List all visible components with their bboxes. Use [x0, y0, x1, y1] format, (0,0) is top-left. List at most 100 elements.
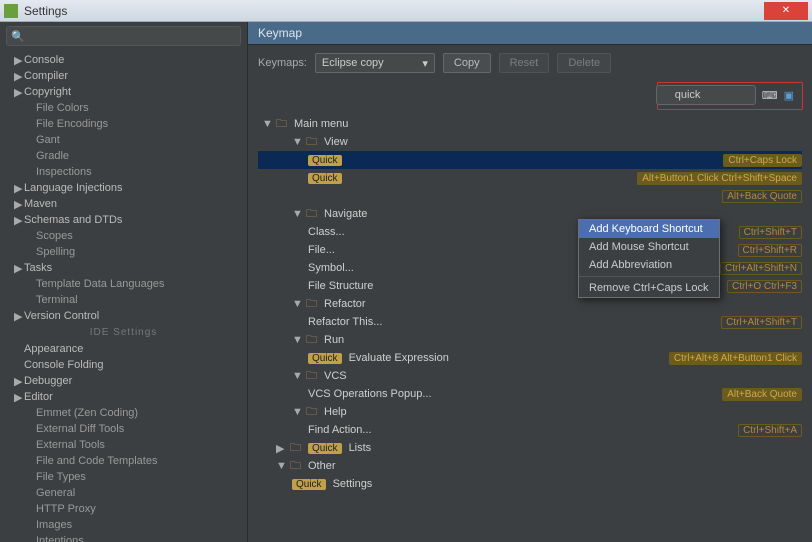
sidebar-item[interactable]: ▶Debugger: [0, 373, 247, 389]
keymap-tree-row[interactable]: Class...Ctrl+Shift+T: [258, 223, 802, 241]
context-menu-item[interactable]: Remove Ctrl+Caps Lock: [579, 279, 719, 297]
app-icon: [4, 4, 18, 18]
keymap-tree-row[interactable]: Find Action...Ctrl+Shift+A: [258, 421, 802, 439]
keymap-tree-row[interactable]: File StructureCtrl+O Ctrl+F3: [258, 277, 802, 295]
sidebar-item-label: Language Injections: [24, 182, 122, 194]
context-menu-item[interactable]: Add Abbreviation: [579, 256, 719, 274]
keymap-tree-row[interactable]: ▼🗀Refactor: [258, 295, 802, 313]
sidebar-item[interactable]: Inspections: [0, 164, 247, 180]
context-menu-item[interactable]: Add Mouse Shortcut: [579, 238, 719, 256]
shortcut-badge: Alt+Back Quote: [722, 190, 802, 203]
keymap-tree-row[interactable]: ▼🗀Run: [258, 331, 802, 349]
expand-arrow-icon[interactable]: ▶: [276, 442, 286, 455]
keymap-search-input[interactable]: [656, 85, 756, 105]
folder-icon: 🗀: [306, 403, 317, 422]
expand-arrow-icon[interactable]: ▼: [292, 298, 302, 310]
keymap-panel: Keymap Keymaps: Eclipse copy ▾ Copy Rese…: [248, 22, 812, 542]
sidebar-item-label: Editor: [24, 391, 53, 403]
keymap-tree-row[interactable]: ▼🗀Help: [258, 403, 802, 421]
sidebar-item[interactable]: Images: [0, 517, 247, 533]
sidebar-item[interactable]: Gant: [0, 132, 247, 148]
sidebar-item[interactable]: Appearance: [0, 341, 247, 357]
sidebar-item[interactable]: External Diff Tools: [0, 421, 247, 437]
expand-arrow-icon: ▶: [14, 86, 24, 99]
sidebar-item-label: Appearance: [24, 343, 83, 355]
keymap-tree-row[interactable]: QuickAlt+Button1 Click Ctrl+Shift+Space: [258, 169, 802, 187]
sidebar-item[interactable]: HTTP Proxy: [0, 501, 247, 517]
keymaps-label: Keymaps:: [258, 57, 307, 69]
sidebar-item[interactable]: ▶Tasks: [0, 260, 247, 276]
folder-icon: 🗀: [306, 331, 317, 350]
expand-arrow-icon[interactable]: ▼: [292, 406, 302, 418]
expand-arrow-icon: ▶: [14, 375, 24, 388]
delete-button[interactable]: Delete: [557, 53, 611, 73]
expand-arrow-icon[interactable]: ▼: [292, 334, 302, 346]
keymap-tree-row[interactable]: File...Ctrl+Shift+R: [258, 241, 802, 259]
sidebar-item[interactable]: File Encodings: [0, 116, 247, 132]
sidebar-item-label: File Colors: [36, 102, 89, 114]
expand-arrow-icon[interactable]: ▼: [262, 118, 272, 130]
sidebar-search-input[interactable]: 🔍: [6, 26, 241, 46]
tree-node-label: File...: [308, 244, 335, 256]
expand-arrow-icon[interactable]: ▼: [292, 136, 302, 148]
expand-arrow-icon[interactable]: ▼: [292, 208, 302, 220]
context-menu-item[interactable]: Add Keyboard Shortcut: [579, 220, 719, 238]
window-title: Settings: [24, 4, 67, 18]
keymaps-dropdown[interactable]: Eclipse copy ▾: [315, 53, 435, 73]
sidebar-item[interactable]: Intentions: [0, 533, 247, 542]
keymap-tree-row[interactable]: ▼🗀Navigate: [258, 205, 802, 223]
sidebar-item[interactable]: General: [0, 485, 247, 501]
sidebar-item[interactable]: File Types: [0, 469, 247, 485]
keymap-tree-row[interactable]: Symbol...Ctrl+Alt+Shift+N: [258, 259, 802, 277]
expand-arrow-icon: ▶: [14, 70, 24, 83]
sidebar-item[interactable]: ▶Maven: [0, 196, 247, 212]
keymap-tree-row[interactable]: ▶🗀QuickLists: [258, 439, 802, 457]
shortcut-badge: Ctrl+Alt+Shift+T: [721, 316, 802, 329]
keymap-tree[interactable]: ▼ 🗀 Main menu ▼🗀ViewQuickCtrl+Caps LockQ…: [248, 113, 812, 542]
keymap-tree-row[interactable]: QuickSettings: [258, 475, 802, 493]
quick-highlight-badge: Quick: [308, 443, 342, 454]
sidebar-item[interactable]: ▶Version Control: [0, 308, 247, 324]
expand-arrow-icon[interactable]: ▼: [276, 460, 286, 472]
keymap-tree-row[interactable]: ▼🗀View: [258, 133, 802, 151]
sidebar-item[interactable]: Scopes: [0, 228, 247, 244]
reset-button[interactable]: Reset: [499, 53, 550, 73]
keymap-tree-row[interactable]: ▼🗀VCS: [258, 367, 802, 385]
sidebar-item[interactable]: File and Code Templates: [0, 453, 247, 469]
sidebar-item[interactable]: ▶Language Injections: [0, 180, 247, 196]
sidebar-item[interactable]: Gradle: [0, 148, 247, 164]
sidebar-item-label: Console: [24, 54, 64, 66]
sidebar-item[interactable]: Terminal: [0, 292, 247, 308]
sidebar-item[interactable]: ▶Editor: [0, 389, 247, 405]
sidebar-item[interactable]: Template Data Languages: [0, 276, 247, 292]
sidebar-item[interactable]: ▶Schemas and DTDs: [0, 212, 247, 228]
folder-icon: 🗀: [290, 457, 301, 476]
copy-button[interactable]: Copy: [443, 53, 491, 73]
keymap-tree-row[interactable]: QuickEvaluate ExpressionCtrl+Alt+8 Alt+B…: [258, 349, 802, 367]
expand-arrow-icon[interactable]: ▼: [292, 370, 302, 382]
sidebar-item[interactable]: ▶Console: [0, 52, 247, 68]
shortcut-badge: Alt+Button1 Click Ctrl+Shift+Space: [637, 172, 802, 185]
sidebar-item[interactable]: Emmet (Zen Coding): [0, 405, 247, 421]
sidebar-item-label: Spelling: [36, 246, 75, 258]
sidebar-item[interactable]: Console Folding: [0, 357, 247, 373]
sidebar-item-label: Console Folding: [24, 359, 104, 371]
tree-node-label: VCS Operations Popup...: [308, 388, 432, 400]
window-close-button[interactable]: ✕: [764, 2, 808, 20]
sidebar-item[interactable]: ▶Compiler: [0, 68, 247, 84]
sidebar-item[interactable]: External Tools: [0, 437, 247, 453]
tree-node-label: Symbol...: [308, 262, 354, 274]
sidebar-item[interactable]: ▶Copyright: [0, 84, 247, 100]
keymap-tree-row[interactable]: Alt+Back Quote: [258, 187, 802, 205]
keymap-tree-row[interactable]: QuickCtrl+Caps Lock: [258, 151, 802, 169]
keymap-tree-row[interactable]: Refactor This...Ctrl+Alt+Shift+T: [258, 313, 802, 331]
context-menu: Add Keyboard ShortcutAdd Mouse ShortcutA…: [578, 219, 720, 298]
quick-highlight-badge: Quick: [308, 353, 342, 364]
sidebar-item[interactable]: Spelling: [0, 244, 247, 260]
filter-button[interactable]: ▣: [784, 86, 794, 104]
keymap-tree-row[interactable]: VCS Operations Popup...Alt+Back Quote: [258, 385, 802, 403]
expand-arrow-icon: ▶: [14, 54, 24, 67]
keymap-tree-row[interactable]: ▼🗀Other: [258, 457, 802, 475]
find-by-shortcut-button[interactable]: ⌨: [762, 86, 778, 104]
sidebar-item[interactable]: File Colors: [0, 100, 247, 116]
